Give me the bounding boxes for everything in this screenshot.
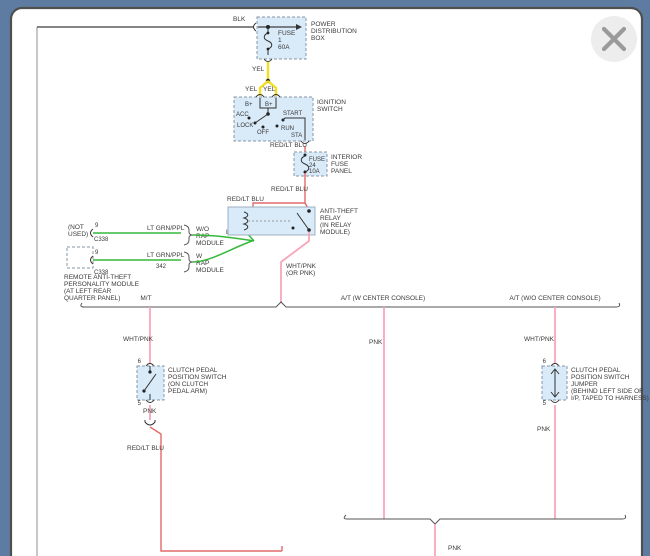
remote-module-label-1: REMOTE ANTI-THEFT [64,274,131,281]
yel-wire-label: YEL [252,66,265,73]
pnk-atw-label: PNK [369,339,383,346]
pnk-atwo-label: PNK [537,426,551,433]
fuse24-rating: 10A [309,169,320,175]
circuit-342: 342 [156,264,167,270]
clutch-switch-label-3: (ON CLUTCH [168,381,208,388]
b-plus-2-label: B+ [265,102,273,108]
wo-rap-3: MODULE [196,240,224,247]
pnk-mt-label: PNK [143,408,157,415]
jumper-label-5: I/P, TAPED TO HARNESS) [571,395,649,402]
at-wo-branch-label: A/T (W/O CENTER CONSOLE) [509,295,600,302]
pdb-label-1: POWER [311,21,336,28]
jumper-label-2: POSITION SWITCH [571,374,630,381]
wo-rap-2: RAP [196,233,209,240]
off-label: OFF [257,130,269,136]
whtpnk-mt-label: WHT/PNK [123,336,154,343]
b-plus-1-label: B+ [245,102,253,108]
yel-branch-left-label: YEL [245,86,258,93]
remote-module-label-2: PERSONALITY MODULE [64,281,140,288]
yel-branch-right-label: YEL [263,86,276,93]
ifp-label-1: INTERIOR [331,154,362,161]
remote-module-box [67,247,93,268]
w-rap-3: MODULE [196,267,224,274]
whtpnk-atwo-label: WHT/PNK [524,336,555,343]
clutch-switch-label-4: PEDAL ARM) [168,388,207,395]
wo-rap-1: W/O [196,226,209,233]
ignition-label-1: IGNITION [317,99,346,106]
pnk-combined-label: PNK [448,545,462,552]
remote-module-label-4: QUARTER PANEL) [64,295,120,302]
fuse-terminal-dot [267,48,270,51]
run-label: RUN [281,126,294,132]
run-contact-dot [276,125,279,128]
fuse1-number: 1 [278,37,282,44]
mt-branch-label: M/T [140,295,151,302]
remote-module-label-3: (AT LEFT REAR [64,288,112,295]
relay-label-1: ANTI-THEFT [320,208,358,215]
ifp-label-2: FUSE [331,161,349,168]
close-button[interactable] [591,16,637,62]
w-rap-1: W [196,253,203,260]
fuse-terminal-dot [267,32,270,35]
blk-wire-label: BLK [233,16,246,23]
sta-label: STA [291,133,302,139]
fuse1-name: FUSE [278,30,296,37]
redltblu-mt-label: RED/LT BLU [127,445,164,452]
pdb-label-2: DISTRIBUTION [311,28,357,35]
start-label: START [283,111,302,117]
switch-contact-dot [148,370,151,373]
acc-label: ACC [236,112,249,118]
whtpnk-label-1: WHT/PNK [286,263,317,270]
lock-label: LOCK [237,123,253,129]
relay-label-3: (IN RELAY [320,222,352,229]
redltblu-label-1: RED/LT BLU [270,142,307,149]
clutch-switch-label-1: CLUTCH PEDAL [168,367,218,374]
relay-label-4: MODULE) [320,229,350,236]
relay-label-2: RELAY [320,215,341,222]
redltblu-label-3: RED/LT BLU [227,196,264,203]
jumper-label-3: JUMPER [571,381,598,388]
ltgrnppl-label-bottom: LT GRN/PPL [147,252,185,259]
not-used-label-2: USED) [68,231,88,238]
wiring-diagram-viewer: BLK FUSE 1 60A POWER DISTRIBUTION BOX YE… [0,0,650,556]
c338-top: C338 [94,237,109,243]
not-used-label-1: (NOT [68,224,84,231]
ifp-label-3: PANEL [331,168,352,175]
pdb-label-3: BOX [311,35,325,42]
off-contact-dot [262,126,265,129]
jumper-label-4: (BEHIND LEFT SIDE OF [571,388,643,395]
relay-contact-dot [307,209,311,213]
whtpnk-label-2: (OR PNK) [286,270,315,277]
clutch-switch-label-2: POSITION SWITCH [168,374,227,381]
redltblu-label-2: RED/LT BLU [271,186,308,193]
ltgrnppl-label-top: LT GRN/PPL [147,225,185,232]
fuse1-rating: 60A [278,44,290,51]
jumper-label-1: CLUTCH PEDAL [571,367,621,374]
relay-contact-dot [292,227,295,230]
lock-contact-dot [254,122,257,125]
ignition-label-2: SWITCH [317,106,343,113]
at-w-branch-label: A/T (W CENTER CONSOLE) [341,295,425,302]
relay-box [228,207,315,235]
